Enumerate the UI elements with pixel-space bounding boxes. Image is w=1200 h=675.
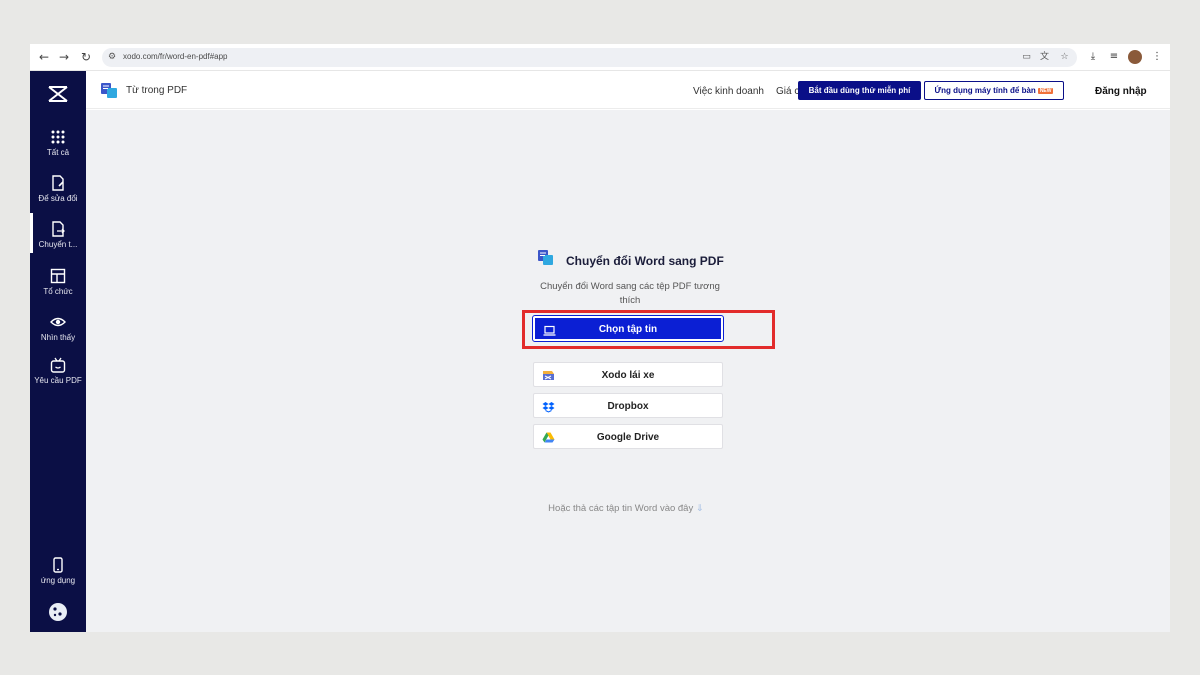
login-link[interactable]: Đăng nhập <box>1095 86 1147 97</box>
sidebar-item-label: Tổ chức <box>43 287 73 296</box>
reload-icon[interactable]: ↻ <box>78 49 94 65</box>
down-arrow-icon: ⇓ <box>695 503 704 514</box>
converter-title: Chuyển đổi Word sang PDF <box>566 254 724 268</box>
highlight-box <box>522 310 775 349</box>
forward-arrow-icon[interactable]: → <box>56 49 72 65</box>
desktop-app-label: Ứng dụng máy tính để bàn <box>934 86 1036 95</box>
nav-link-business[interactable]: Việc kinh doanh <box>693 86 764 97</box>
sidebar-item-convert[interactable]: Chuyển t... <box>30 220 86 249</box>
sidebar-item-apps[interactable]: ứng dụng <box>30 556 86 585</box>
sidebar-item-organize[interactable]: Tổ chức <box>30 267 86 296</box>
install-app-icon[interactable]: ▭ <box>1020 51 1033 64</box>
option-label: Xodo lái xe <box>601 370 655 381</box>
cookie-settings-icon[interactable] <box>48 602 68 622</box>
option-label: Google Drive <box>596 432 660 443</box>
page-title: Từ trong PDF <box>126 85 188 96</box>
drop-hint-text: Hoặc thả các tập tin Word vào đây <box>548 503 694 514</box>
profile-avatar[interactable] <box>1128 50 1142 64</box>
drop-hint: Hoặc thả các tập tin Word vào đây ⇓ <box>506 503 746 514</box>
main-content: Chuyển đổi Word sang PDF Chuyển đổi Word… <box>86 110 1170 632</box>
word-to-pdf-icon <box>101 83 117 98</box>
bookmark-star-icon[interactable]: ☆ <box>1058 51 1071 64</box>
new-badge: NEW <box>1037 88 1054 94</box>
sidebar-item-label: Chuyển t... <box>38 240 78 249</box>
start-trial-button[interactable]: Bắt đầu dùng thử miễn phí <box>798 81 921 100</box>
layout-icon <box>50 268 66 284</box>
xodo-drive-button[interactable]: Xodo lái xe <box>533 362 723 387</box>
google-drive-button[interactable]: Google Drive <box>533 424 723 449</box>
sidebar-item-label: Tất cả <box>46 148 70 157</box>
sidebar-item-ask-pdf[interactable]: Yêu cầu PDF <box>30 356 86 385</box>
sidebar-item-label: ứng dụng <box>40 576 76 585</box>
bot-icon <box>50 357 66 373</box>
eye-icon <box>50 317 66 327</box>
dropbox-button[interactable]: Dropbox <box>533 393 723 418</box>
sidebar-item-label: Để sửa đổi <box>38 194 78 203</box>
sidebar-item-label: Yêu cầu PDF <box>34 376 82 385</box>
xodo-logo-icon[interactable] <box>47 85 69 103</box>
translate-icon[interactable]: 文 <box>1038 51 1051 64</box>
url-text: xodo.com/fr/word-en-pdf#app <box>123 52 228 61</box>
sidebar: Tất cả Để sửa đổi Chuyển t... Tổ chức Nh… <box>30 71 86 632</box>
site-settings-icon[interactable]: ⚙ <box>108 51 120 63</box>
grid-icon <box>51 130 65 144</box>
back-arrow-icon[interactable]: ← <box>36 49 52 65</box>
browser-window: ← → ↻ ⚙ xodo.com/fr/word-en-pdf#app ▭ 文 … <box>30 44 1170 632</box>
sidebar-item-edit[interactable]: Để sửa đổi <box>30 174 86 203</box>
download-icon[interactable]: ⤓ <box>1086 50 1100 64</box>
converter-description: Chuyển đổi Word sang các tệp PDF tương t… <box>540 281 720 306</box>
top-header: Từ trong PDF Việc kinh doanh Giá cả Bắt … <box>86 71 1170 109</box>
more-menu-icon[interactable]: ⋮ <box>1150 50 1164 64</box>
sidebar-item-label: Nhìn thấy <box>40 333 76 342</box>
option-label: Dropbox <box>607 401 649 412</box>
phone-icon <box>53 557 63 573</box>
desktop-app-button[interactable]: Ứng dụng máy tính để bàn NEW <box>924 81 1064 100</box>
word-to-pdf-icon <box>538 250 553 265</box>
sidebar-item-view[interactable]: Nhìn thấy <box>30 313 86 342</box>
reading-list-icon[interactable]: ≡ <box>1107 50 1121 64</box>
convert-document-icon <box>52 221 65 237</box>
address-bar[interactable]: ⚙ xodo.com/fr/word-en-pdf#app ▭ 文 ☆ <box>102 48 1077 67</box>
edit-document-icon <box>52 175 64 191</box>
sidebar-item-all[interactable]: Tất cả <box>30 128 86 157</box>
browser-toolbar: ← → ↻ ⚙ xodo.com/fr/word-en-pdf#app ▭ 文 … <box>30 44 1170 71</box>
